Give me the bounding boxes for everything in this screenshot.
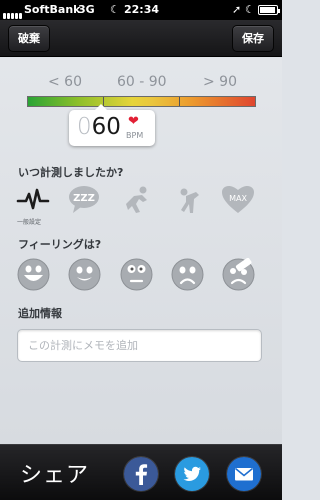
bpm-readout: 060 ❤ BPM — [69, 104, 155, 146]
save-button[interactable]: 保存 — [232, 25, 274, 52]
activity-selected-label: 一般設定 — [17, 219, 42, 226]
range-label-high: > 90 — [203, 74, 237, 90]
feeling-section-title: フィーリングは? — [18, 238, 102, 251]
range-label-low: < 60 — [48, 74, 82, 90]
share-bar: シェア — [0, 444, 282, 500]
do-not-disturb-icon: ☾ — [245, 3, 255, 16]
smile-face-icon[interactable] — [68, 258, 101, 291]
bpm-number: 60 — [91, 114, 121, 140]
clock-time: 22:34 — [124, 3, 160, 16]
share-label: シェア — [20, 463, 90, 488]
activity-section-title: いつ計測しましたか? — [18, 166, 124, 179]
bpm-unit: BPM — [126, 131, 144, 140]
max-heart-text: MAX — [229, 194, 247, 203]
heart-icon: ❤ — [128, 114, 139, 129]
heartbeat-icon[interactable] — [16, 182, 50, 216]
grin-face-icon[interactable] — [17, 258, 50, 291]
carrier-name: SoftBank — [24, 3, 81, 16]
range-label-mid: 60 - 90 — [117, 74, 167, 90]
battery-icon — [258, 5, 280, 15]
sleep-zzz-icon[interactable]: ZZZ — [67, 182, 101, 216]
twitter-icon[interactable] — [175, 457, 209, 491]
runner-start-icon[interactable] — [120, 182, 154, 216]
mail-icon[interactable] — [227, 457, 261, 491]
moon-icon: ☾ — [110, 3, 120, 16]
memo-section-title: 追加情報 — [18, 307, 62, 320]
facebook-icon[interactable] — [124, 457, 158, 491]
signal-icon — [3, 6, 23, 19]
injured-face-icon[interactable] — [222, 257, 255, 291]
svg-text:ZZZ: ZZZ — [73, 193, 95, 204]
memo-input[interactable] — [17, 329, 262, 362]
discard-button[interactable]: 破棄 — [8, 25, 50, 52]
neutral-face-icon[interactable] — [120, 258, 153, 291]
navigation-bar: 破棄 保存 — [0, 20, 282, 57]
bpm-leading-digit: 0 — [77, 114, 92, 140]
location-arrow-icon: ➚ — [232, 3, 242, 16]
max-heart-icon[interactable]: MAX — [221, 182, 255, 216]
heart-rate-gauge — [27, 96, 256, 107]
exhausted-person-icon[interactable] — [172, 182, 206, 216]
gauge-divider — [179, 97, 180, 106]
sad-face-icon[interactable] — [171, 258, 204, 291]
status-bar: SoftBank 3G ☾ 22:34 ➚ ☾ — [0, 0, 282, 20]
bpm-value: 060 — [77, 114, 121, 140]
network-type: 3G — [78, 3, 95, 16]
